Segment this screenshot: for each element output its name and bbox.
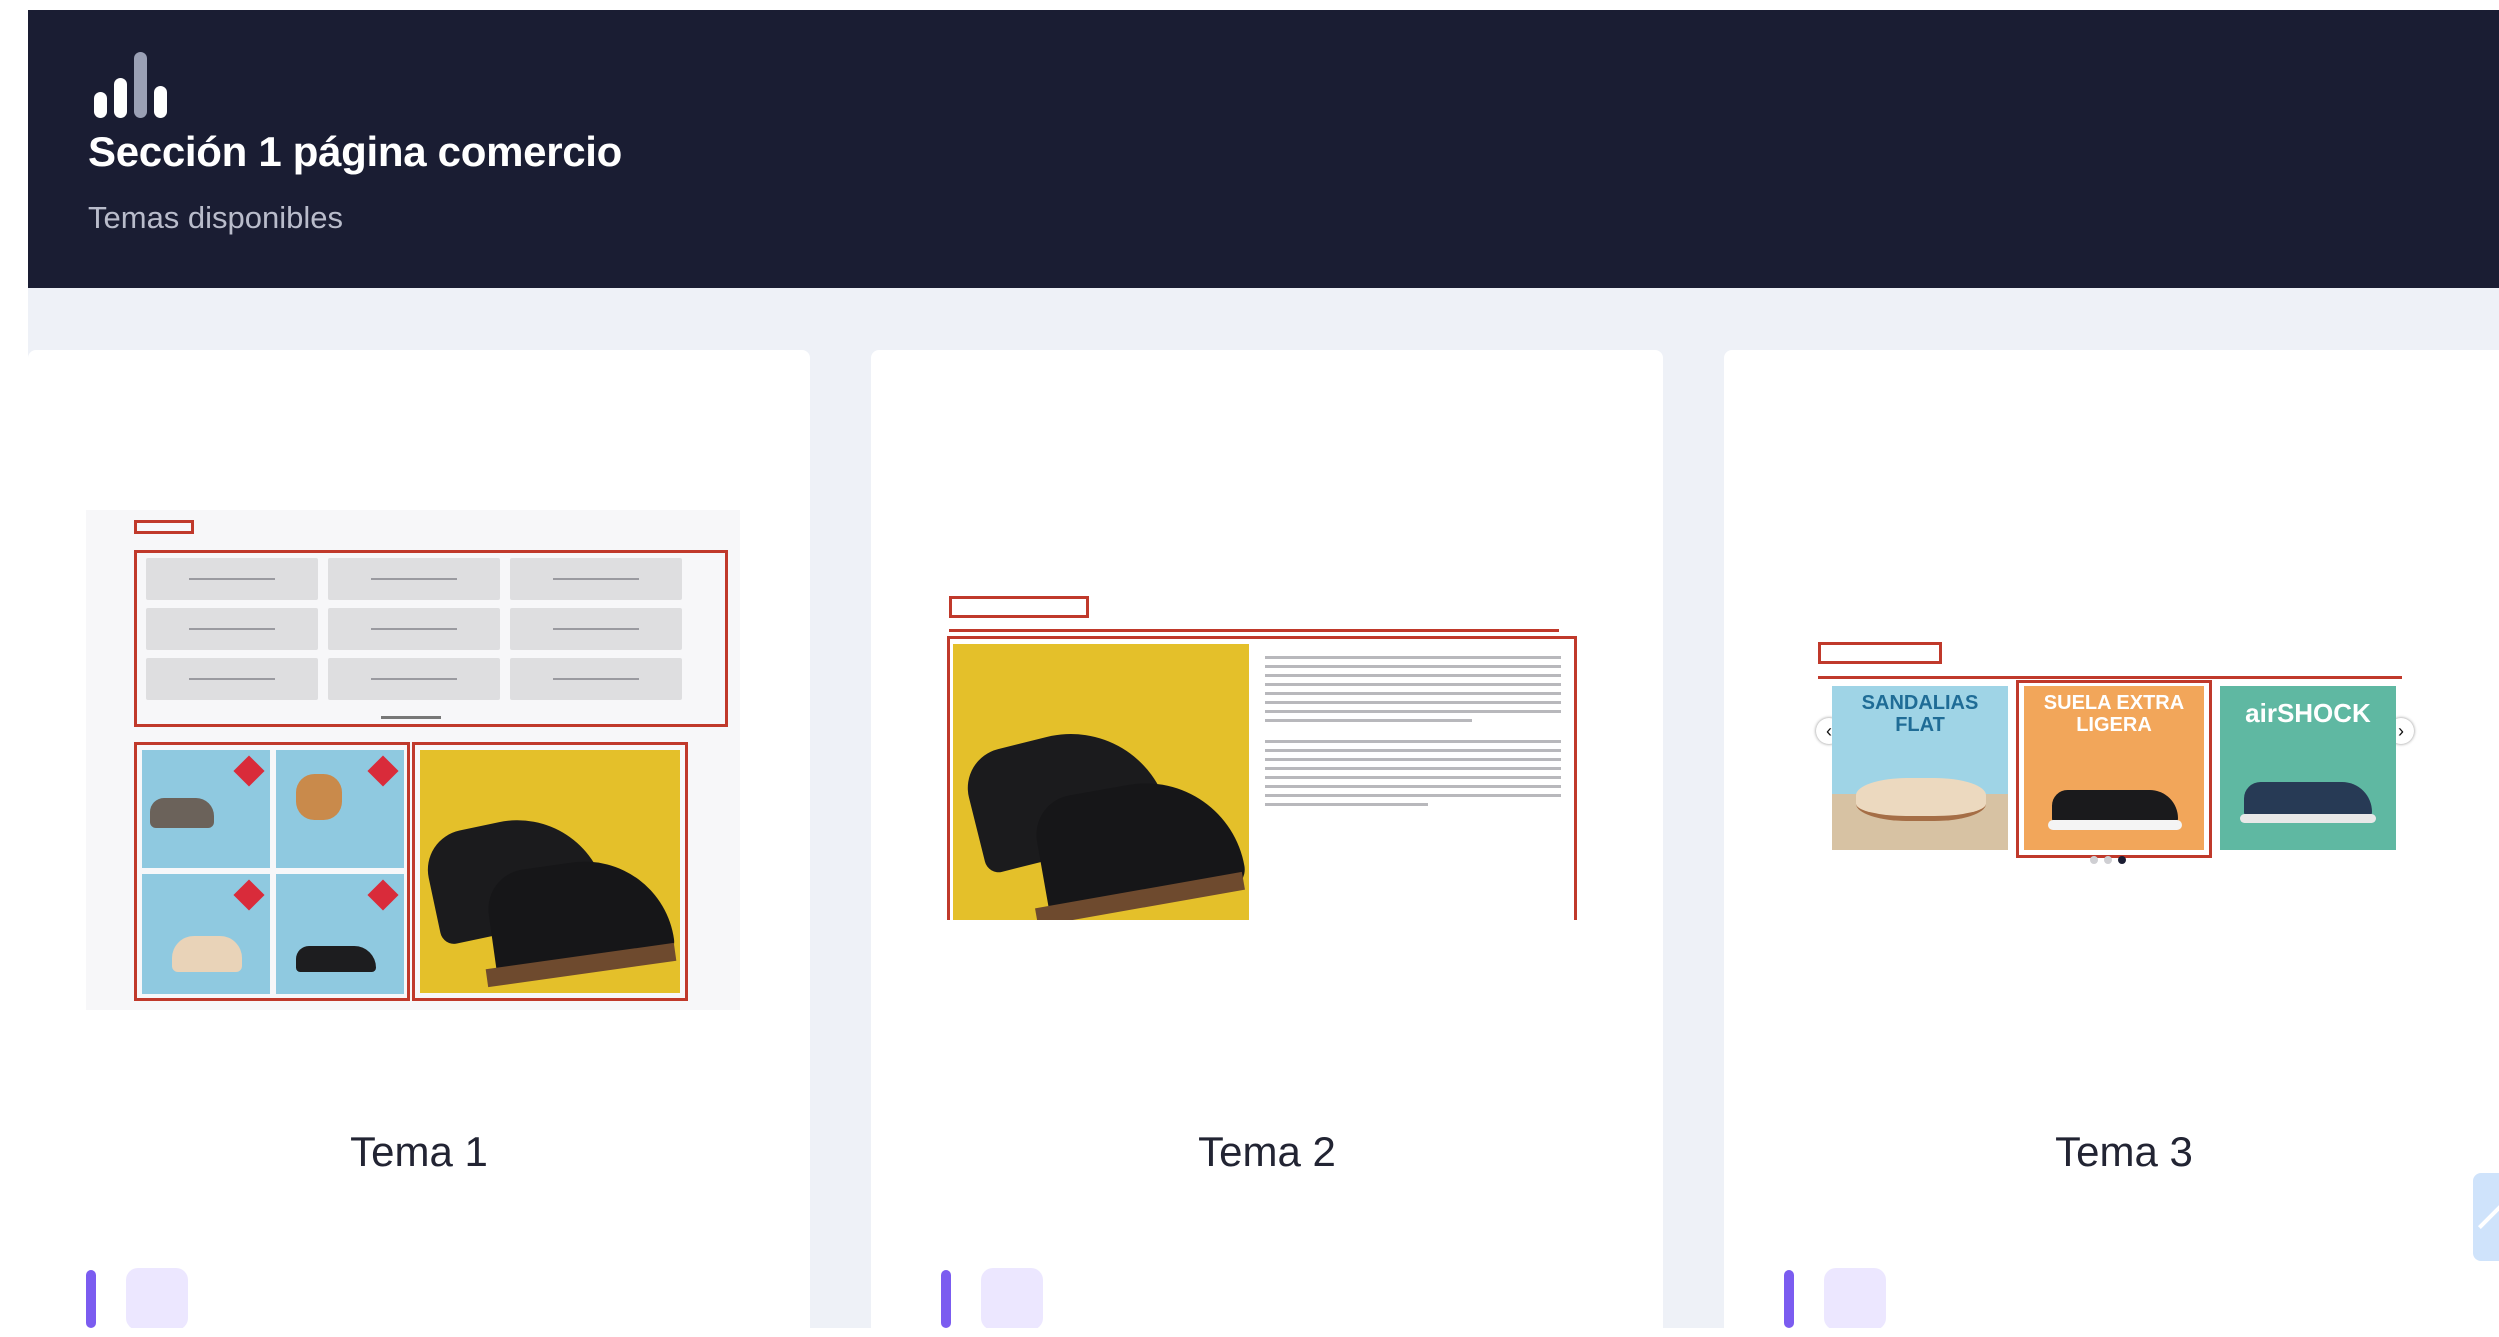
slide-3-label: airSHOCK xyxy=(2245,698,2371,728)
bar-chart-icon xyxy=(88,48,167,118)
chevron-up-icon xyxy=(2477,1202,2499,1251)
app-frame: Sección 1 página comercio Temas disponib… xyxy=(28,10,2499,1328)
theme-3-accent xyxy=(1784,1270,1794,1328)
theme-1-preview[interactable] xyxy=(86,510,740,1010)
page-header: Sección 1 página comercio Temas disponib… xyxy=(28,10,2499,288)
theme-2-preview[interactable] xyxy=(941,580,1581,920)
scroll-to-top-button[interactable] xyxy=(2473,1173,2499,1261)
theme-1-select-button[interactable] xyxy=(126,1268,188,1328)
carousel-slide-2[interactable]: SUELA EXTRA LIGERA xyxy=(2024,686,2204,850)
page-title: Sección 1 página comercio xyxy=(88,128,623,175)
carousel-dots xyxy=(2090,854,2140,864)
theme-card-2[interactable]: Tema 2 xyxy=(871,350,1663,1328)
theme-2-title: Tema 2 xyxy=(1198,1128,1336,1175)
theme-1-title: Tema 1 xyxy=(350,1128,488,1175)
theme-2-select-button[interactable] xyxy=(981,1268,1043,1328)
theme-3-preview[interactable]: ‹ › SANDALIAS FLAT SUELA EXTRA LIGERA ai… xyxy=(1804,630,2454,870)
slide-1-label: SANDALIAS FLAT xyxy=(1861,692,1979,736)
theme-3-title: Tema 3 xyxy=(2055,1128,2193,1175)
theme-2-accent xyxy=(941,1270,951,1328)
theme-card-3[interactable]: ‹ › SANDALIAS FLAT SUELA EXTRA LIGERA ai… xyxy=(1724,350,2499,1328)
carousel-slide-3[interactable]: airSHOCK xyxy=(2220,686,2396,850)
slide-2-label: SUELA EXTRA LIGERA xyxy=(2043,692,2185,736)
page-subtitle: Temas disponibles xyxy=(88,200,344,235)
carousel-slide-1[interactable]: SANDALIAS FLAT xyxy=(1832,686,2008,850)
theme-3-select-button[interactable] xyxy=(1824,1268,1886,1328)
theme-1-accent xyxy=(86,1270,96,1328)
theme-card-1[interactable]: Tema 1 xyxy=(28,350,810,1328)
